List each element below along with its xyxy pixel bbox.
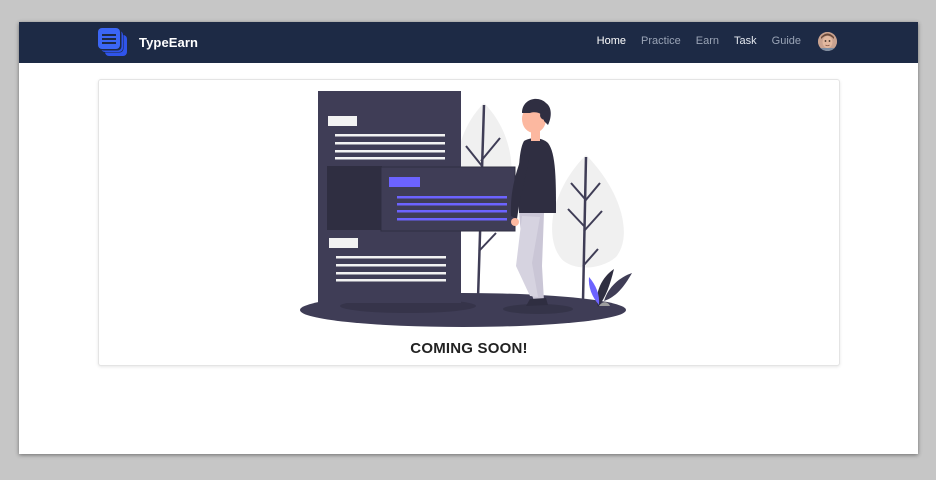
nav-guide[interactable]: Guide (772, 35, 801, 47)
browser-window: TypeEarn Home Practice Earn Task Guide C… (19, 22, 918, 454)
content-card: COMING SOON! (98, 79, 840, 366)
nav-practice[interactable]: Practice (641, 35, 681, 47)
user-avatar-icon[interactable] (818, 31, 837, 51)
nav-home[interactable]: Home (597, 35, 626, 47)
brand[interactable]: TypeEarn (97, 27, 198, 57)
nav-earn[interactable]: Earn (696, 35, 719, 47)
stacked-documents-icon (98, 28, 127, 56)
brand-name: TypeEarn (139, 34, 199, 50)
coming-soon-message: COMING SOON! (410, 340, 528, 357)
nav-task[interactable]: Task (734, 35, 757, 47)
person-next-to-documents-illustration (300, 91, 632, 327)
navbar: TypeEarn Home Practice Earn Task Guide (19, 22, 918, 63)
main-nav: Home Practice Earn Task Guide (582, 30, 837, 52)
